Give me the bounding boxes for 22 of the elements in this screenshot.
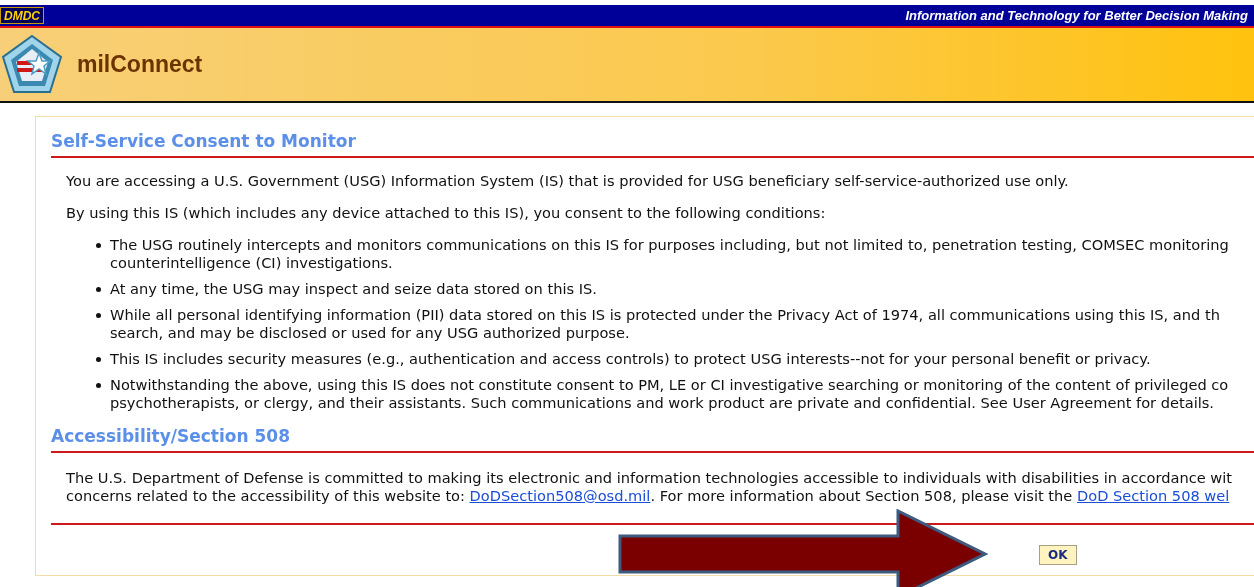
bullet-icon bbox=[96, 287, 101, 292]
pentagon-star-logo bbox=[1, 33, 63, 96]
app-title: milConnect bbox=[77, 51, 203, 78]
tagline: Information and Technology for Better Decision Making bbox=[905, 8, 1249, 23]
bullet-icon bbox=[96, 383, 101, 388]
bullet-item: This IS includes security measures (e.g., authentication and access controls) to protect USG interests--not for your personal benefit or privacy. bbox=[110, 350, 1151, 368]
bullet-icon bbox=[96, 313, 101, 318]
bullet-item: Notwithstanding the above, using this IS does not constitute consent to PM, LE or CI investigative searching or monitoring of the content of privileged co psychotherapists, or clergy, and their assistants. Such communications and work product are private and confidential. See User Agreement for details. bbox=[110, 376, 1229, 412]
email-link[interactable]: DoDSection508@osd.mil bbox=[469, 487, 651, 504]
org-label: DMDC bbox=[0, 7, 44, 24]
bullet-icon bbox=[96, 357, 101, 362]
paragraph: You are accessing a U.S. Government (USG) Information System (IS) that is provided for USG beneficiary self-service-authorized use only. bbox=[66, 172, 1070, 190]
bullet-item: The USG routinely intercepts and monitors communications on this IS for purposes including, but not limited to, penetration testing, COMSEC monitoring counterintelligence (CI) investigations. bbox=[110, 236, 1229, 272]
email-link[interactable]: DoD Section 508 wel bbox=[1076, 487, 1230, 504]
section-heading: Accessibility/Section 508 bbox=[51, 426, 1254, 453]
bullet-item: At any time, the USG may inspect and seize data stored on this IS. bbox=[110, 280, 597, 298]
ok-button[interactable]: OK bbox=[1039, 545, 1077, 565]
paragraph: By using this IS (which includes any device attached to this IS), you consent to the following conditions: bbox=[66, 204, 827, 222]
bullet-item: While all personal identifying information (PII) data stored on this IS is protected under the Privacy Act of 1974, all communications using this IS, and th search, and may be disclosed or used for any USG authorized purpose. bbox=[110, 306, 1220, 342]
bullet-icon bbox=[96, 243, 101, 248]
paragraph: The U.S. Department of Defense is committed to making its electronic and information technologies accessible to individuals with disabilities in accordance wit concerns related to the accessibility of this website to: DoDSection508@osd.mil. For more information about Section 508, please visit the DoD Section 508 wel bbox=[66, 469, 1234, 505]
section-heading: Self-Service Consent to Monitor bbox=[51, 131, 1254, 158]
